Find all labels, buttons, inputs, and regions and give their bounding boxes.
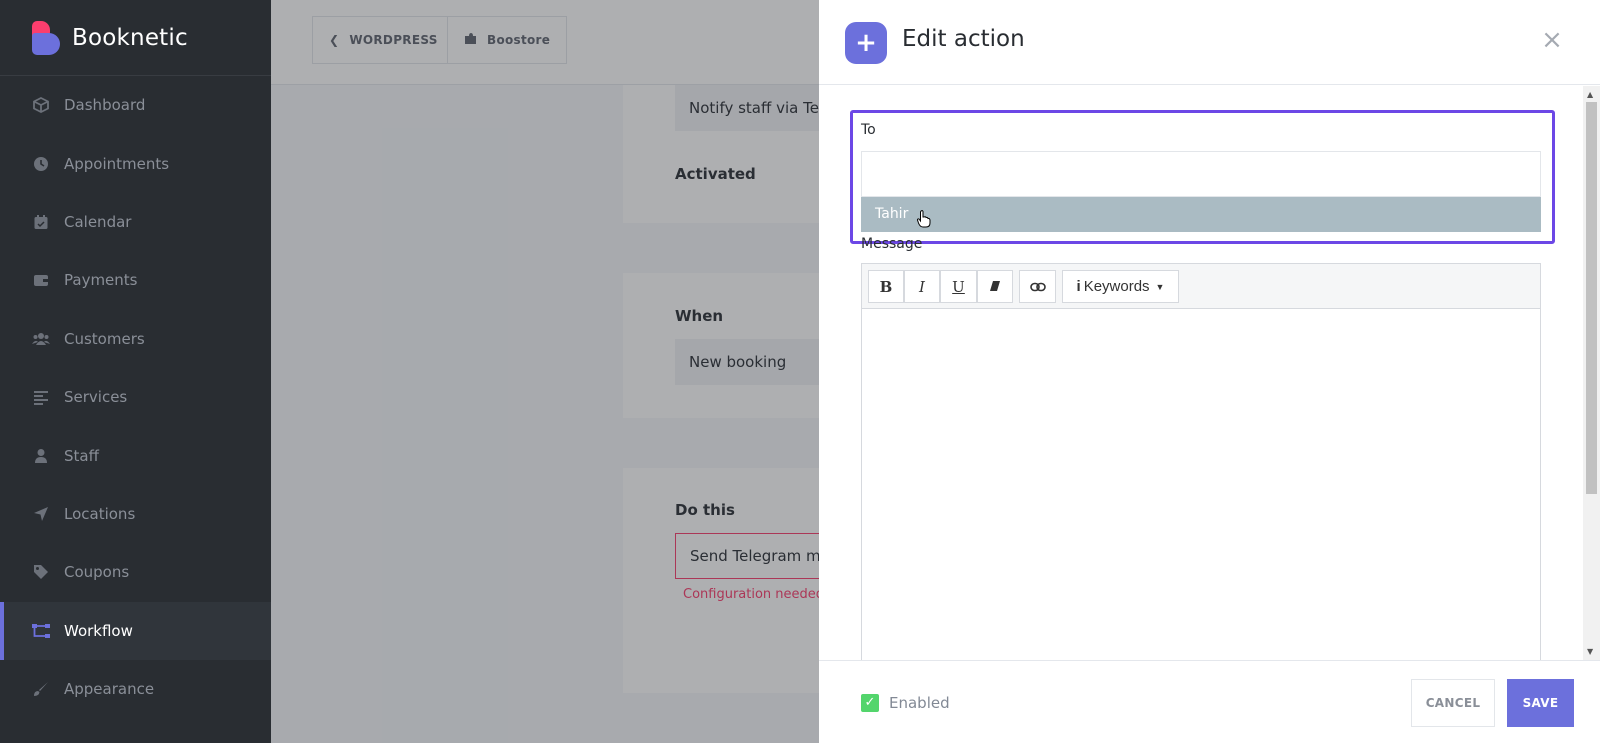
link-icon xyxy=(1029,278,1046,296)
sidebar-item-label: Locations xyxy=(64,504,136,523)
workflow-icon xyxy=(32,623,50,639)
cancel-button[interactable]: CANCEL xyxy=(1411,679,1495,727)
sidebar-item-calendar[interactable]: Calendar xyxy=(0,193,271,251)
enabled-label[interactable]: Enabled xyxy=(889,694,950,712)
wallet-icon xyxy=(32,272,50,288)
scrollbar-thumb[interactable] xyxy=(1586,102,1597,494)
close-icon[interactable]: × xyxy=(1540,27,1564,53)
sidebar-nav: Dashboard Appointments Calendar Payments… xyxy=(0,76,271,718)
eraser-icon xyxy=(989,278,1001,296)
sidebar-item-appointments[interactable]: Appointments xyxy=(0,134,271,192)
scroll-down-arrow-icon[interactable]: ▼ xyxy=(1587,647,1593,656)
plus-icon: + xyxy=(845,22,887,64)
link-button[interactable] xyxy=(1019,270,1056,303)
italic-button[interactable]: I xyxy=(904,270,940,303)
caret-down-icon: ▼ xyxy=(1155,281,1165,292)
keywords-dropdown[interactable]: i Keywords ▼ xyxy=(1062,270,1179,303)
focus-highlight xyxy=(850,110,1555,244)
sidebar-item-label: Workflow xyxy=(64,621,133,640)
sidebar-item-label: Coupons xyxy=(64,563,130,582)
sidebar-item-label: Payments xyxy=(64,271,138,290)
edit-action-drawer: + Edit action × To Tahir Message B I U i… xyxy=(819,0,1600,743)
save-button[interactable]: SAVE xyxy=(1507,679,1574,727)
message-editor: B I U i Keywords ▼ xyxy=(861,263,1541,660)
sidebar-item-appearance[interactable]: Appearance xyxy=(0,660,271,718)
location-arrow-icon xyxy=(32,506,50,522)
hand-cursor-icon xyxy=(916,210,931,232)
drawer-footer: ✓ Enabled CANCEL SAVE xyxy=(819,660,1600,743)
editor-content-area[interactable] xyxy=(862,309,1540,660)
keywords-label: Keywords xyxy=(1083,278,1150,295)
booknetic-logo-icon xyxy=(32,20,60,55)
sidebar-item-locations[interactable]: Locations xyxy=(0,485,271,543)
message-label: Message xyxy=(861,236,923,252)
sidebar: Booknetic Dashboard Appointments Calenda… xyxy=(0,0,271,743)
sidebar-item-customers[interactable]: Customers xyxy=(0,310,271,368)
brand[interactable]: Booknetic xyxy=(0,0,271,76)
drawer-scrollbar[interactable]: ▲ ▼ xyxy=(1583,86,1600,660)
clear-format-button[interactable] xyxy=(977,270,1013,303)
editor-toolbar: B I U i Keywords ▼ xyxy=(862,264,1540,309)
sidebar-item-label: Customers xyxy=(64,329,145,348)
sidebar-item-label: Staff xyxy=(64,446,99,465)
drawer-header: + Edit action × xyxy=(819,0,1600,85)
sidebar-item-services[interactable]: Services xyxy=(0,368,271,426)
brush-icon xyxy=(32,681,50,697)
sidebar-item-label: Services xyxy=(64,388,128,407)
sidebar-item-label: Appearance xyxy=(64,680,155,699)
dashboard-icon xyxy=(32,97,50,114)
scroll-up-arrow-icon[interactable]: ▲ xyxy=(1587,90,1593,99)
sidebar-item-dashboard[interactable]: Dashboard xyxy=(0,76,271,134)
brand-name: Booknetic xyxy=(72,24,188,51)
enabled-checkbox[interactable]: ✓ xyxy=(861,694,879,712)
user-icon xyxy=(32,448,50,464)
bold-button[interactable]: B xyxy=(868,270,904,303)
drawer-title: Edit action xyxy=(902,26,1025,52)
underline-button[interactable]: U xyxy=(940,270,977,303)
tag-icon xyxy=(32,564,50,580)
users-icon xyxy=(32,331,50,347)
info-icon: i xyxy=(1076,278,1081,295)
sidebar-item-workflow[interactable]: Workflow xyxy=(0,601,271,661)
sidebar-item-label: Appointments xyxy=(64,154,170,173)
sidebar-item-staff[interactable]: Staff xyxy=(0,426,271,484)
sidebar-item-coupons[interactable]: Coupons xyxy=(0,543,271,601)
sidebar-item-label: Calendar xyxy=(64,212,132,231)
clock-icon xyxy=(32,156,50,172)
sidebar-item-label: Dashboard xyxy=(64,96,146,115)
drawer-body: To Tahir Message B I U i Keywords ▼ xyxy=(819,86,1600,660)
sidebar-item-payments[interactable]: Payments xyxy=(0,251,271,309)
list-icon xyxy=(32,389,50,406)
calendar-icon xyxy=(32,214,50,230)
